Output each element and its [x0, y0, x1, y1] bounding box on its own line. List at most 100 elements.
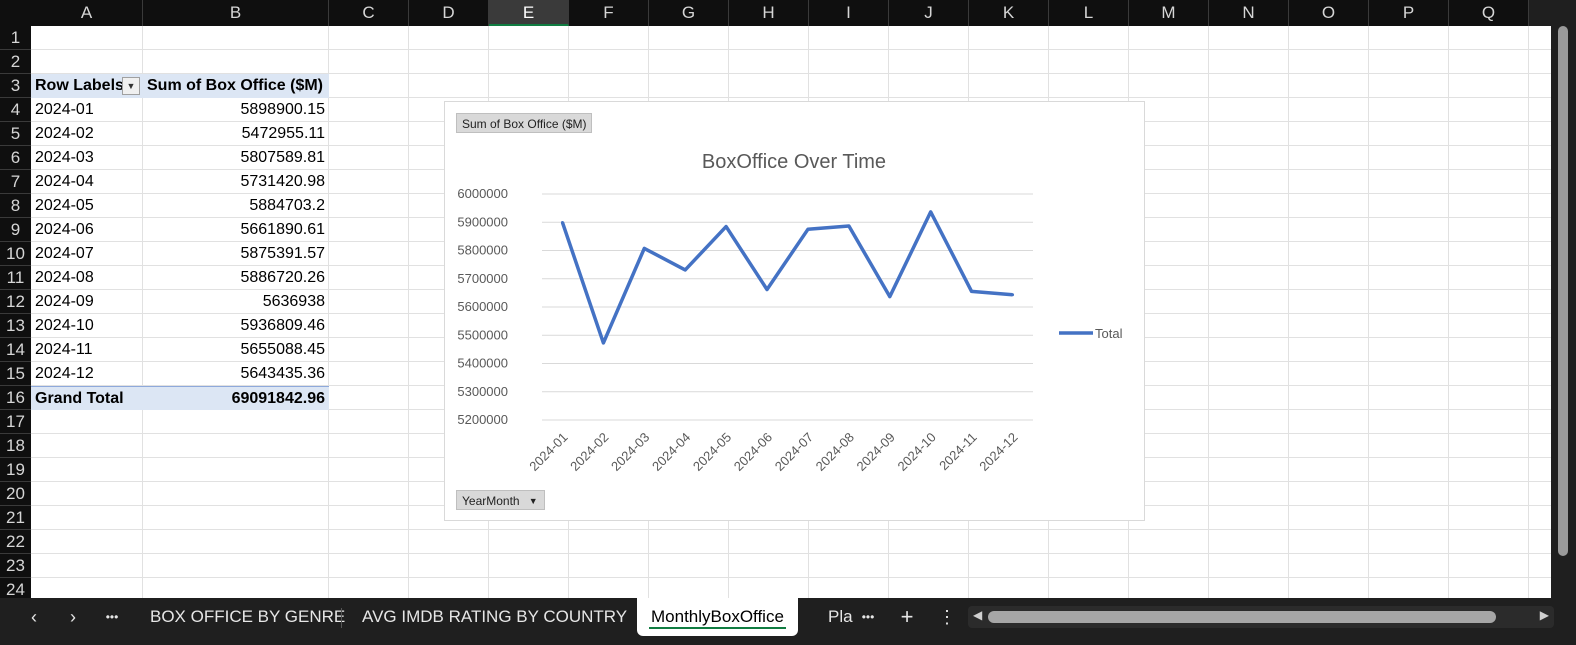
column-header-k[interactable]: K [969, 0, 1049, 26]
data-point-2024-02 [601, 341, 605, 345]
row-labels-filter-icon[interactable]: ▼ [122, 77, 140, 95]
pivot-row-value[interactable]: 5886720.26 [143, 266, 329, 290]
row-header-18[interactable]: 18 [0, 434, 31, 458]
data-point-2024-11 [970, 289, 974, 293]
tab-box-office-by-genre[interactable]: BOX OFFICE BY GENRE [150, 598, 345, 636]
row-header-20[interactable]: 20 [0, 482, 31, 506]
horizontal-scrollbar[interactable]: ◀ ▶ [968, 606, 1554, 628]
pivot-row-label[interactable]: 2024-01 [31, 98, 143, 122]
column-header-i[interactable]: I [809, 0, 889, 26]
y-tick-label: 5200000 [457, 412, 508, 427]
pivot-row-label[interactable]: 2024-03 [31, 146, 143, 170]
pivot-row-value[interactable]: 5655088.45 [143, 338, 329, 362]
vertical-scrollbar[interactable] [1551, 0, 1576, 598]
previous-sheet-icon[interactable]: ‹ [19, 598, 49, 636]
more-sheets-left-icon[interactable]: ••• [97, 598, 127, 636]
gridline-vertical [1208, 26, 1209, 598]
row-header-4[interactable]: 4 [0, 98, 31, 122]
x-tick-label: 2024-10 [894, 430, 938, 474]
pivot-row-value[interactable]: 5731420.98 [143, 170, 329, 194]
pivot-grand-total-label[interactable]: Grand Total [31, 386, 143, 410]
row-header-19[interactable]: 19 [0, 458, 31, 482]
pivot-row-value[interactable]: 5884703.2 [143, 194, 329, 218]
column-header-q[interactable]: Q [1449, 0, 1529, 26]
y-tick-label: 5500000 [457, 327, 508, 342]
pivot-row-value[interactable]: 5875391.57 [143, 242, 329, 266]
column-header-j[interactable]: J [889, 0, 969, 26]
sheet-options-icon[interactable]: ⋮ [932, 598, 962, 636]
tab-pla[interactable]: Pla [828, 598, 853, 636]
row-header-21[interactable]: 21 [0, 506, 31, 530]
pivot-row-value[interactable]: 5636938 [143, 290, 329, 314]
row-header-6[interactable]: 6 [0, 146, 31, 170]
pivot-row-value[interactable]: 5643435.36 [143, 362, 329, 386]
column-header-f[interactable]: F [569, 0, 649, 26]
row-header-16[interactable]: 16 [0, 386, 31, 410]
pivot-grand-total-value[interactable]: 69091842.96 [143, 386, 329, 410]
column-header-l[interactable]: L [1049, 0, 1129, 26]
row-header-17[interactable]: 17 [0, 410, 31, 434]
row-header-15[interactable]: 15 [0, 362, 31, 386]
row-header-5[interactable]: 5 [0, 122, 31, 146]
scroll-right-icon[interactable]: ▶ [1540, 608, 1549, 622]
column-header-b[interactable]: B [143, 0, 329, 26]
pivot-row-label[interactable]: 2024-06 [31, 218, 143, 242]
row-header-12[interactable]: 12 [0, 290, 31, 314]
column-header-d[interactable]: D [409, 0, 489, 26]
pivot-row-label[interactable]: 2024-11 [31, 338, 143, 362]
data-point-2024-01 [560, 221, 564, 225]
pivot-header-sum[interactable]: Sum of Box Office ($M) [143, 74, 329, 98]
pivot-row-value[interactable]: 5472955.11 [143, 122, 329, 146]
pivot-row-value[interactable]: 5661890.61 [143, 218, 329, 242]
vertical-scroll-thumb[interactable] [1558, 26, 1568, 556]
row-header-9[interactable]: 9 [0, 218, 31, 242]
tab-avg-imdb-rating-by-country[interactable]: AVG IMDB RATING BY COUNTRY [362, 598, 627, 636]
x-tick-label: 2024-02 [567, 430, 611, 474]
add-sheet-button[interactable]: + [892, 598, 922, 636]
pivot-chart[interactable]: Sum of Box Office ($M) BoxOffice Over Ti… [444, 101, 1145, 521]
row-header-10[interactable]: 10 [0, 242, 31, 266]
pivot-row-label[interactable]: 2024-08 [31, 266, 143, 290]
row-header-7[interactable]: 7 [0, 170, 31, 194]
axis-field-label: YearMonth [462, 494, 520, 508]
column-header-e[interactable]: E [489, 0, 569, 26]
y-tick-label: 5900000 [457, 214, 508, 229]
pivot-row-label[interactable]: 2024-12 [31, 362, 143, 386]
column-header-o[interactable]: O [1289, 0, 1369, 26]
pivot-row-label[interactable]: 2024-04 [31, 170, 143, 194]
pivot-row-label[interactable]: 2024-07 [31, 242, 143, 266]
data-point-2024-03 [642, 246, 646, 250]
pivot-row-label[interactable]: 2024-05 [31, 194, 143, 218]
row-header-1[interactable]: 1 [0, 26, 31, 50]
column-header-n[interactable]: N [1209, 0, 1289, 26]
tab-monthly-box-office[interactable]: MonthlyBoxOffice [637, 598, 798, 636]
pivot-row-label[interactable]: 2024-10 [31, 314, 143, 338]
column-header-c[interactable]: C [329, 0, 409, 26]
pivot-row-value[interactable]: 5807589.81 [143, 146, 329, 170]
pivot-row-value[interactable]: 5898900.15 [143, 98, 329, 122]
row-header-2[interactable]: 2 [0, 50, 31, 74]
pivot-row-value[interactable]: 5936809.46 [143, 314, 329, 338]
select-all-corner[interactable] [0, 0, 31, 26]
row-header-3[interactable]: 3 [0, 74, 31, 98]
axis-field-button[interactable]: YearMonth ▼ [456, 490, 545, 510]
column-header-g[interactable]: G [649, 0, 729, 26]
y-tick-label: 5700000 [457, 271, 508, 286]
row-header-14[interactable]: 14 [0, 338, 31, 362]
row-header-13[interactable]: 13 [0, 314, 31, 338]
more-sheets-right-icon[interactable]: ••• [853, 598, 883, 636]
horizontal-scroll-thumb[interactable] [988, 611, 1496, 623]
column-header-m[interactable]: M [1129, 0, 1209, 26]
next-sheet-icon[interactable]: › [58, 598, 88, 636]
row-header-8[interactable]: 8 [0, 194, 31, 218]
scroll-left-icon[interactable]: ◀ [973, 608, 982, 622]
column-header-h[interactable]: H [729, 0, 809, 26]
row-header-23[interactable]: 23 [0, 554, 31, 578]
column-header-p[interactable]: P [1369, 0, 1449, 26]
pivot-row-label[interactable]: 2024-02 [31, 122, 143, 146]
column-header-a[interactable]: A [31, 0, 143, 26]
row-header-22[interactable]: 22 [0, 530, 31, 554]
line-chart-canvas: BoxOffice Over Time 6000000 5900000 5800000… [457, 151, 1122, 474]
pivot-row-label[interactable]: 2024-09 [31, 290, 143, 314]
row-header-11[interactable]: 11 [0, 266, 31, 290]
